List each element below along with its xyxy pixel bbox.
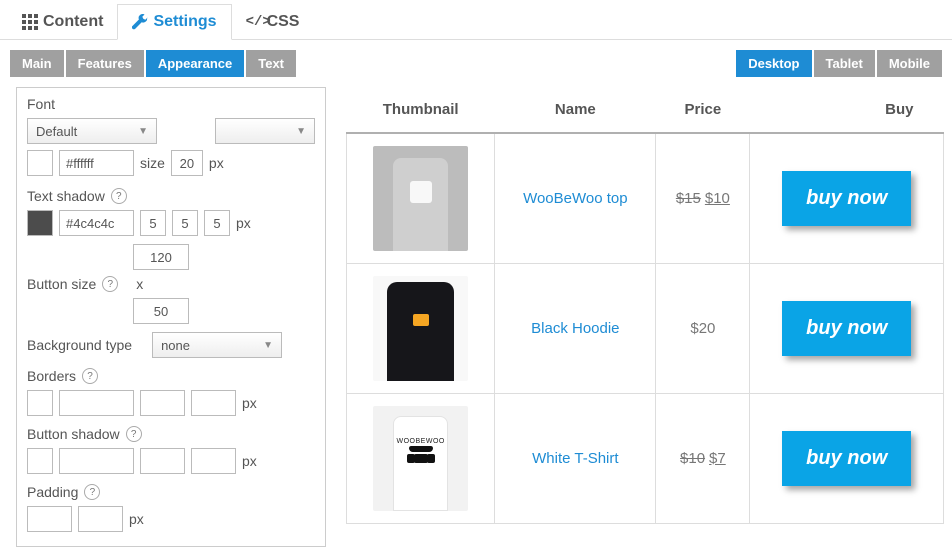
borders-color-input[interactable] <box>59 390 134 416</box>
th-price: Price <box>656 87 750 133</box>
product-link[interactable]: WooBeWoo top <box>523 190 628 207</box>
cell-price: $20 <box>656 263 750 393</box>
cell-buy: buy now <box>750 133 944 263</box>
button-size-label: Button size <box>27 276 96 292</box>
sub-tabs: Main Features Appearance Text <box>10 50 298 77</box>
product-thumb <box>373 406 468 511</box>
tab-css-label: CSS <box>267 13 300 31</box>
font-label: Font <box>27 96 315 112</box>
subtab-appearance[interactable]: Appearance <box>146 50 244 77</box>
bg-type-select[interactable]: none ▼ <box>152 332 282 358</box>
font-select-value: Default <box>36 124 77 139</box>
buy-now-button[interactable]: buy now <box>782 431 911 486</box>
cell-buy: buy now <box>750 393 944 523</box>
chevron-down-icon: ▼ <box>138 126 148 137</box>
cell-price: $15$10 <box>656 133 750 263</box>
chevron-down-icon: ▼ <box>263 340 273 351</box>
borders-b-input[interactable] <box>191 390 236 416</box>
th-buy: Buy <box>750 87 944 133</box>
tab-content[interactable]: Content <box>8 4 117 39</box>
product-link[interactable]: Black Hoodie <box>531 320 619 337</box>
text-shadow-label: Text shadow <box>27 188 105 204</box>
bshadow-a-input[interactable] <box>140 448 185 474</box>
th-thumbnail: Thumbnail <box>347 87 495 133</box>
shadow-color-input[interactable] <box>59 210 134 236</box>
button-shadow-label: Button shadow <box>27 426 120 442</box>
bshadow-color-input[interactable] <box>59 448 134 474</box>
px-label: px <box>209 155 224 171</box>
font-color-input[interactable] <box>59 150 134 176</box>
font-color-swatch[interactable] <box>27 150 53 176</box>
devtab-desktop[interactable]: Desktop <box>736 50 811 77</box>
wrench-icon <box>132 14 148 30</box>
button-h-input[interactable] <box>133 298 189 324</box>
borders-label: Borders <box>27 368 76 384</box>
table-row: White T-Shirt $10$7 buy now <box>347 393 944 523</box>
buy-now-button[interactable]: buy now <box>782 301 911 356</box>
px-label: px <box>236 215 251 231</box>
tab-settings-label: Settings <box>153 13 216 31</box>
cell-buy: buy now <box>750 263 944 393</box>
font-size-input[interactable] <box>171 150 203 176</box>
top-tabs: Content Settings </> CSS <box>0 0 952 40</box>
bshadow-swatch[interactable] <box>27 448 53 474</box>
borders-swatch[interactable] <box>27 390 53 416</box>
cell-price: $10$7 <box>656 393 750 523</box>
cell-thumbnail <box>347 263 495 393</box>
bg-type-label: Background type <box>27 337 132 353</box>
borders-a-input[interactable] <box>140 390 185 416</box>
px-label: px <box>129 511 144 527</box>
device-tabs: Desktop Tablet Mobile <box>736 50 944 77</box>
shadow-color-swatch[interactable] <box>27 210 53 236</box>
devtab-mobile[interactable]: Mobile <box>877 50 942 77</box>
cell-name: Black Hoodie <box>495 263 656 393</box>
help-icon[interactable]: ? <box>126 426 142 442</box>
shadow-blur-input[interactable] <box>204 210 230 236</box>
padding-label: Padding <box>27 484 78 500</box>
subtab-features[interactable]: Features <box>66 50 144 77</box>
subtab-text[interactable]: Text <box>246 50 296 77</box>
product-table: Thumbnail Name Price Buy WooBeWoo top $15… <box>346 87 944 524</box>
padding-b-input[interactable] <box>78 506 123 532</box>
subtab-main[interactable]: Main <box>10 50 64 77</box>
buy-now-button[interactable]: buy now <box>782 171 911 226</box>
tab-settings[interactable]: Settings <box>117 4 231 40</box>
table-row: WooBeWoo top $15$10 buy now <box>347 133 944 263</box>
product-link[interactable]: White T-Shirt <box>532 450 618 467</box>
font-select[interactable]: Default ▼ <box>27 118 157 144</box>
help-icon[interactable]: ? <box>82 368 98 384</box>
cell-thumbnail <box>347 133 495 263</box>
help-icon[interactable]: ? <box>84 484 100 500</box>
preview-area: Thumbnail Name Price Buy WooBeWoo top $15… <box>346 87 944 547</box>
px-label: px <box>242 453 257 469</box>
cell-name: WooBeWoo top <box>495 133 656 263</box>
bg-type-value: none <box>161 338 190 353</box>
tab-css[interactable]: </> CSS <box>232 4 314 39</box>
grid-icon <box>22 14 38 30</box>
size-label: size <box>140 155 165 171</box>
shadow-y-input[interactable] <box>172 210 198 236</box>
settings-panel: Font Default ▼ ▼ size px Text shadow ? px <box>16 87 326 547</box>
px-label: px <box>242 395 257 411</box>
product-thumb <box>373 276 468 381</box>
help-icon[interactable]: ? <box>111 188 127 204</box>
sub-bar: Main Features Appearance Text Desktop Ta… <box>0 40 952 87</box>
th-name: Name <box>495 87 656 133</box>
product-thumb <box>373 146 468 251</box>
code-icon: </> <box>246 14 262 30</box>
bshadow-b-input[interactable] <box>191 448 236 474</box>
font-family-select[interactable]: ▼ <box>215 118 315 144</box>
cell-name: White T-Shirt <box>495 393 656 523</box>
help-icon[interactable]: ? <box>102 276 118 292</box>
x-label: x <box>136 276 143 292</box>
cell-thumbnail <box>347 393 495 523</box>
shadow-x-input[interactable] <box>140 210 166 236</box>
padding-a-input[interactable] <box>27 506 72 532</box>
chevron-down-icon: ▼ <box>296 126 306 137</box>
devtab-tablet[interactable]: Tablet <box>814 50 875 77</box>
tab-content-label: Content <box>43 13 103 31</box>
button-w-input[interactable] <box>133 244 189 270</box>
table-row: Black Hoodie $20 buy now <box>347 263 944 393</box>
